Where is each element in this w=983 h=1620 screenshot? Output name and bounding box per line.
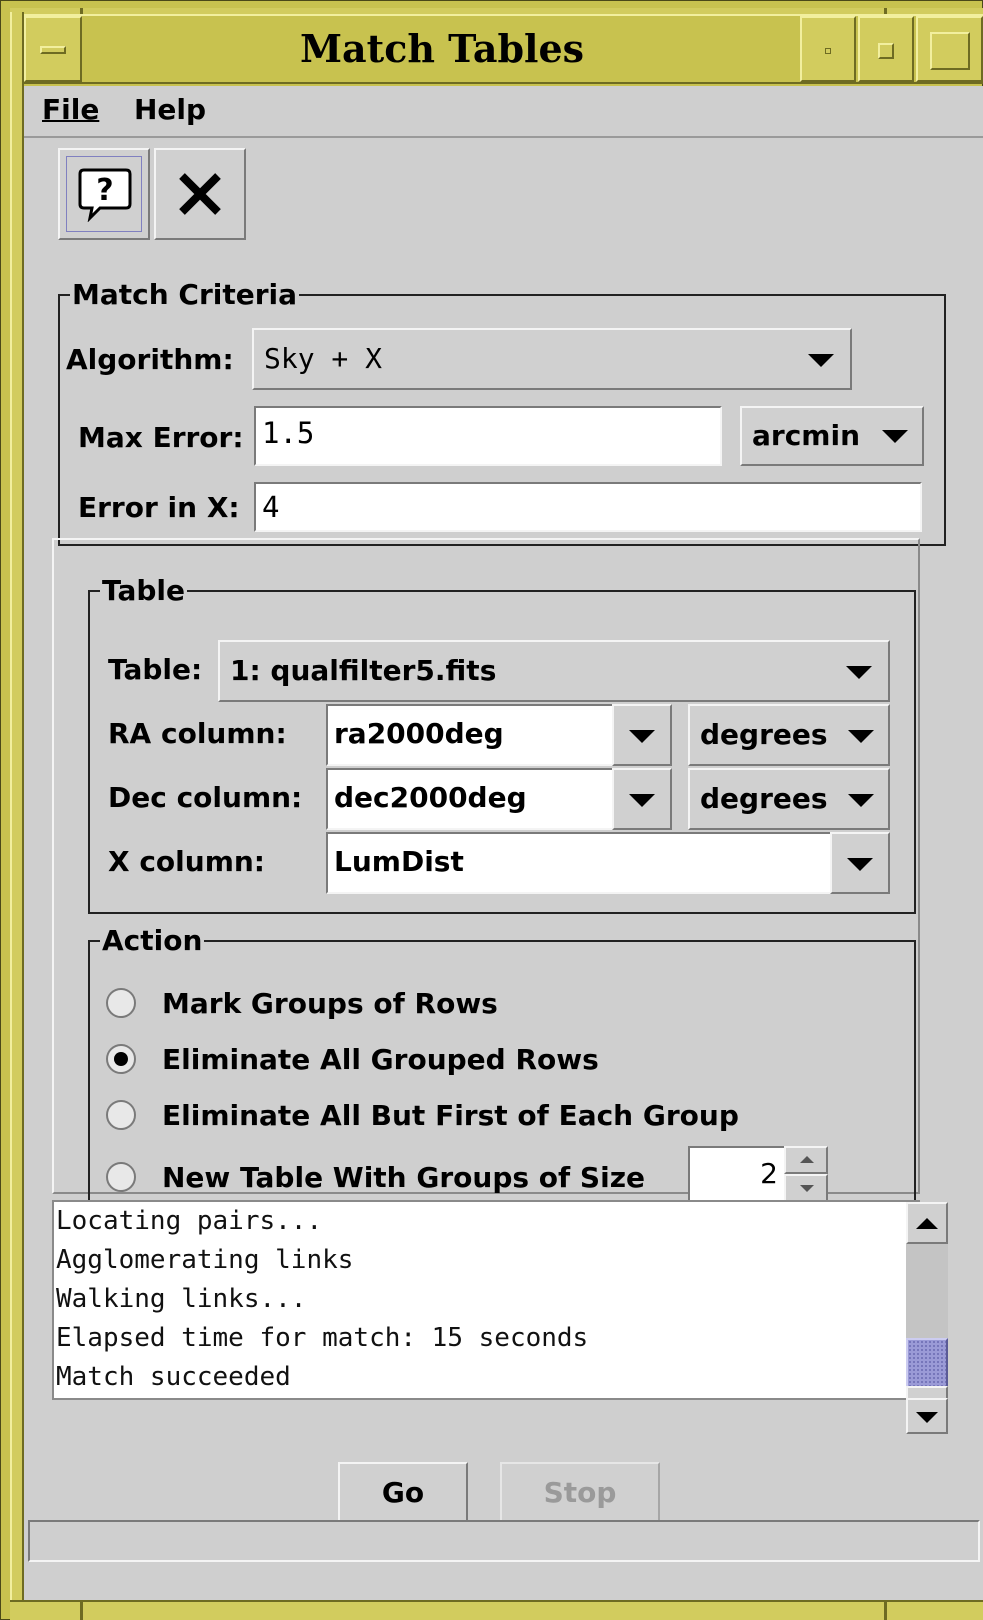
action-legend: Action — [102, 924, 203, 957]
error-x-field[interactable]: 4 — [254, 482, 922, 532]
dec-unit-value: degrees — [700, 782, 828, 815]
ra-unit-value: degrees — [700, 718, 828, 751]
close-button[interactable] — [154, 148, 246, 240]
window-menu-button[interactable] — [24, 16, 82, 82]
minimize-button[interactable] — [800, 16, 856, 82]
help-button[interactable]: ? — [58, 148, 150, 240]
log-line: Agglomerating links — [56, 1245, 354, 1275]
algorithm-label: Algorithm: — [66, 343, 234, 376]
spinner-down-icon — [800, 1185, 814, 1192]
close-x-icon — [179, 173, 221, 215]
maximize-icon — [878, 43, 894, 59]
action-option-label: Mark Groups of Rows — [162, 987, 498, 1020]
log-line: Walking links... — [56, 1284, 307, 1314]
algorithm-value: Sky + X — [264, 342, 383, 375]
radio-button-selected[interactable] — [106, 1044, 136, 1074]
action-option-eliminate-all-but-first[interactable]: Eliminate All But First of Each Group — [104, 1096, 824, 1140]
maximize-button[interactable] — [858, 16, 914, 82]
chevron-down-icon — [848, 794, 874, 807]
scroll-thumb[interactable] — [906, 1338, 948, 1388]
dec-column-label: Dec column: — [108, 781, 303, 814]
window-menu-icon — [40, 46, 66, 54]
radio-button[interactable] — [106, 1162, 136, 1192]
x-column-dropdown-button[interactable] — [830, 832, 890, 894]
chevron-down-icon — [848, 730, 874, 743]
max-error-unit-select[interactable]: arcmin — [740, 406, 924, 466]
action-option-mark-groups[interactable]: Mark Groups of Rows — [104, 984, 804, 1028]
log-line: Elapsed time for match: 15 seconds — [56, 1323, 589, 1353]
scroll-up-button[interactable] — [906, 1202, 948, 1244]
window-left-border[interactable] — [10, 12, 24, 1608]
action-option-new-table[interactable]: New Table With Groups of Size — [104, 1156, 684, 1200]
match-criteria-legend: Match Criteria — [72, 278, 298, 311]
menu-help-label: Help — [134, 93, 207, 126]
radio-button[interactable] — [106, 1100, 136, 1130]
menu-file-label: File — [42, 93, 100, 126]
max-error-unit-value: arcmin — [752, 419, 861, 452]
frame-notch — [80, 1600, 83, 1620]
log-line: Match succeeded — [56, 1362, 291, 1392]
ra-column-field[interactable]: ra2000deg — [326, 704, 614, 766]
arrow-up-icon — [916, 1218, 938, 1229]
group-size-field[interactable]: 2 — [688, 1146, 786, 1202]
action-option-label: Eliminate All Grouped Rows — [162, 1043, 599, 1076]
menu-help[interactable]: Help — [134, 90, 206, 130]
radio-button[interactable] — [106, 988, 136, 1018]
ra-unit-select[interactable]: degrees — [688, 704, 890, 766]
frame-notch — [884, 1600, 887, 1620]
stop-button[interactable]: Stop — [500, 1462, 660, 1524]
dec-column-field[interactable]: dec2000deg — [326, 768, 614, 830]
algorithm-select[interactable]: Sky + X — [252, 328, 852, 390]
menu-file[interactable]: File — [42, 90, 99, 130]
help-button-focus-ring — [66, 156, 142, 232]
log-output[interactable]: Locating pairs... Agglomerating links Wa… — [52, 1200, 920, 1400]
max-error-field[interactable]: 1.5 — [254, 406, 722, 466]
chevron-down-icon — [846, 666, 872, 679]
spinner-up-button[interactable] — [784, 1146, 828, 1174]
close-window-icon — [930, 32, 970, 70]
menu-divider — [24, 136, 983, 138]
arrow-down-icon — [916, 1412, 938, 1423]
chevron-down-icon — [629, 730, 655, 743]
spinner-up-icon — [800, 1156, 814, 1163]
x-column-label: X column: — [108, 845, 266, 878]
action-option-label: New Table With Groups of Size — [162, 1161, 645, 1194]
dec-unit-select[interactable]: degrees — [688, 768, 890, 830]
ra-column-label: RA column: — [108, 717, 287, 750]
error-x-label: Error in X: — [78, 491, 240, 524]
go-button[interactable]: Go — [338, 1462, 468, 1524]
close-window-button[interactable] — [916, 16, 983, 82]
minimize-icon — [825, 48, 831, 54]
log-line: Locating pairs... — [56, 1206, 323, 1236]
chevron-down-icon — [808, 354, 834, 367]
action-option-label: Eliminate All But First of Each Group — [162, 1099, 739, 1132]
action-option-eliminate-grouped[interactable]: Eliminate All Grouped Rows — [104, 1040, 804, 1084]
window-bottom-border[interactable] — [10, 1600, 983, 1620]
status-bar — [28, 1520, 980, 1562]
table-select[interactable]: 1: qualfilter5.fits — [218, 640, 890, 702]
chevron-down-icon — [882, 430, 908, 443]
scroll-down-button-arrow[interactable] — [906, 1398, 948, 1434]
table-legend: Table — [102, 574, 186, 607]
window-title: Match Tables — [299, 26, 585, 71]
table-value: 1: qualfilter5.fits — [230, 654, 497, 687]
x-column-field[interactable]: LumDist — [326, 832, 832, 894]
chevron-down-icon — [629, 794, 655, 807]
dec-column-dropdown-button[interactable] — [612, 768, 672, 830]
table-label: Table: — [108, 653, 203, 686]
spinner-down-button[interactable] — [784, 1174, 828, 1202]
ra-column-dropdown-button[interactable] — [612, 704, 672, 766]
max-error-label: Max Error: — [78, 421, 244, 454]
chevron-down-icon — [847, 858, 873, 871]
